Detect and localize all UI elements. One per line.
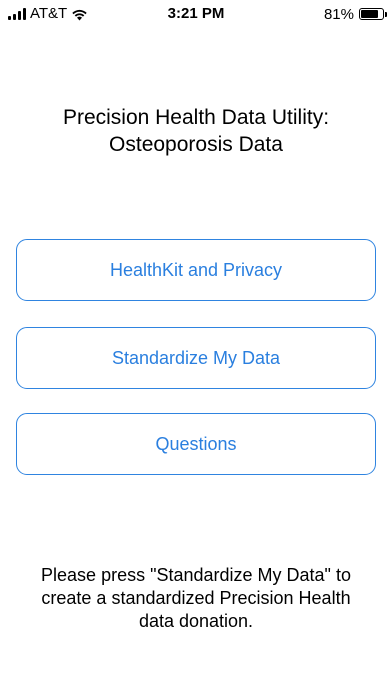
healthkit-privacy-button[interactable]: HealthKit and Privacy (16, 239, 376, 301)
battery-icon (359, 8, 387, 20)
questions-button[interactable]: Questions (16, 413, 376, 475)
page-title-line-2: Osteoporosis Data (109, 133, 283, 156)
battery-percent: 81% (323, 5, 354, 23)
battery-cap (385, 12, 387, 17)
instructions-line-1: Please press "Standardize My Data" to (41, 565, 351, 585)
page-title-line-1: Precision Health Data Utility: (62, 106, 330, 129)
status-bar: AT&T 3:21 PM 81% (0, 0, 392, 28)
status-bar-right: 81% (323, 5, 387, 23)
app-screen: AT&T 3:21 PM 81% Precision Health Data U… (0, 0, 392, 696)
instructions-text: Please press "Standardize My Data" to cr… (16, 564, 376, 633)
instructions-line-3: data donation. (138, 611, 254, 631)
standardize-data-button[interactable]: Standardize My Data (16, 327, 376, 389)
battery-fill (361, 10, 378, 18)
page-title: Precision Health Data Utility: Osteoporo… (16, 104, 376, 158)
instructions-line-2: create a standardized Precision Health (41, 588, 351, 608)
